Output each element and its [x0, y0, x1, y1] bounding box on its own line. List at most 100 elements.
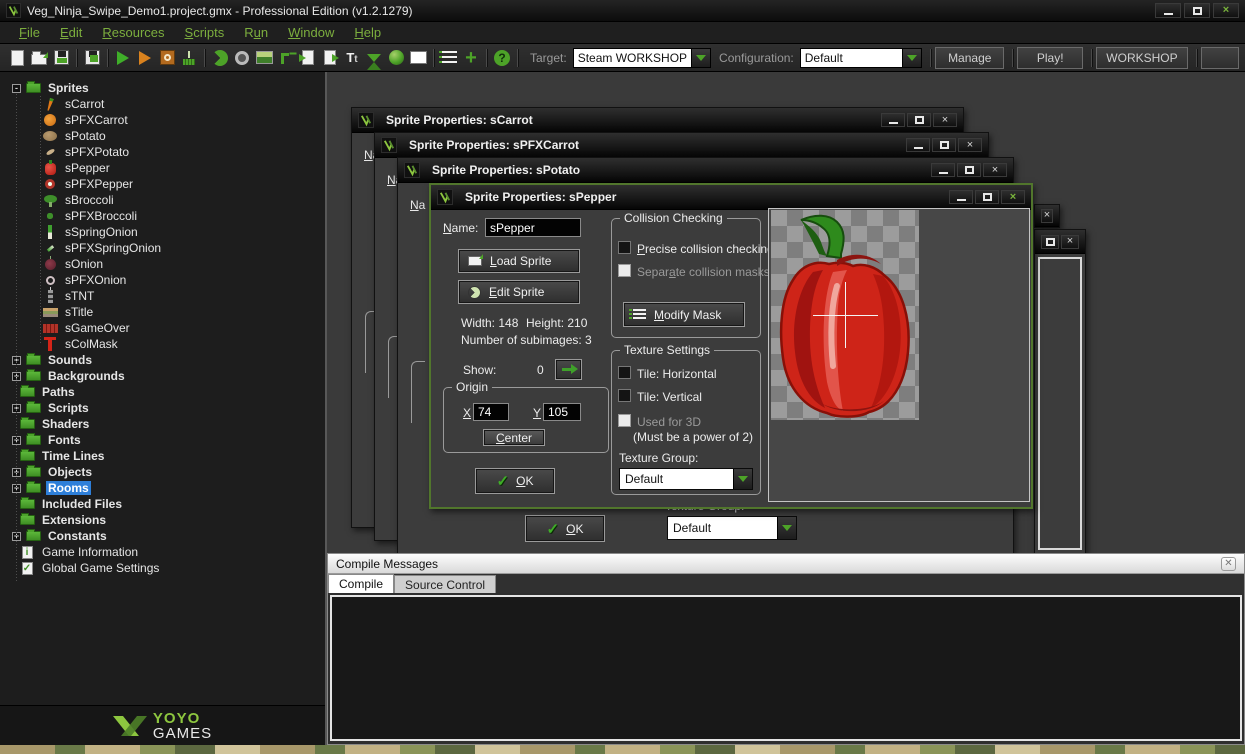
close-button[interactable]: ×	[1213, 3, 1239, 18]
help-icon[interactable]: ?	[491, 47, 513, 69]
tree-item-scarrot[interactable]: sCarrot	[4, 96, 321, 112]
stop-icon[interactable]	[156, 47, 178, 69]
origin-x-input[interactable]	[473, 403, 509, 421]
play-button[interactable]: Play!	[1017, 47, 1083, 69]
menu-run[interactable]: Run	[235, 23, 277, 42]
spfxcarrot-titlebar[interactable]: Sprite Properties: sPFXCarrot ×	[375, 133, 988, 158]
tree-item-spotato[interactable]: sPotato	[4, 128, 321, 144]
dropdown-arrow-icon[interactable]	[733, 469, 752, 489]
tree-item-global-game-settings[interactable]: ✓Global Game Settings	[4, 560, 321, 576]
tree-item-spfxspringonion[interactable]: sPFXSpringOnion	[4, 240, 321, 256]
tab-compile[interactable]: Compile	[328, 574, 394, 593]
tree-item-spfxcarrot[interactable]: sPFXCarrot	[4, 112, 321, 128]
create-timeline-icon[interactable]	[363, 47, 385, 69]
tree-folder-scripts[interactable]: +Scripts	[4, 400, 321, 416]
run-debug-icon[interactable]	[134, 47, 156, 69]
minimize-button[interactable]	[931, 163, 955, 177]
tree-folder-extensions[interactable]: Extensions	[4, 512, 321, 528]
close-button[interactable]: ×	[1001, 190, 1025, 204]
tree-folder-fonts[interactable]: +Fonts	[4, 432, 321, 448]
create-script-icon[interactable]	[297, 47, 319, 69]
clean-cache-icon[interactable]	[178, 47, 200, 69]
add-resource-icon[interactable]: +	[460, 47, 482, 69]
create-object-icon[interactable]	[385, 47, 407, 69]
menu-window[interactable]: Window	[279, 23, 343, 42]
hidden-window-fragment-1[interactable]: ×	[1034, 204, 1060, 228]
run-icon[interactable]	[112, 47, 134, 69]
create-room-icon[interactable]	[407, 47, 429, 69]
tree-folder-included-files[interactable]: Included Files	[4, 496, 321, 512]
tree-item-sbroccoli[interactable]: sBroccoli	[4, 192, 321, 208]
menu-resources[interactable]: Resources	[93, 23, 173, 42]
texture-group-dropdown[interactable]: Default	[619, 468, 753, 490]
create-path-icon[interactable]	[275, 47, 297, 69]
close-button[interactable]: ×	[958, 138, 982, 152]
create-executable-icon[interactable]	[81, 47, 103, 69]
ok-button[interactable]: ✓ OK	[525, 515, 605, 542]
separate-masks-checkbox[interactable]	[618, 264, 631, 277]
tree-item-game-information[interactable]: iGame Information	[4, 544, 321, 560]
save-project-icon[interactable]	[50, 47, 72, 69]
maximize-button[interactable]	[932, 138, 956, 152]
close-button[interactable]: ×	[933, 113, 957, 127]
tile-horizontal-checkbox[interactable]	[618, 366, 631, 379]
maximize-button[interactable]	[907, 113, 931, 127]
minimize-button[interactable]	[1155, 3, 1181, 18]
compile-panel-close-icon[interactable]: ✕	[1221, 557, 1236, 571]
workshop-button[interactable]: WORKSHOP	[1096, 47, 1188, 69]
tree-item-spfxpepper[interactable]: sPFXPepper	[4, 176, 321, 192]
minimize-button[interactable]	[949, 190, 973, 204]
tree-item-stitle[interactable]: sTitle	[4, 304, 321, 320]
edit-sprite-button[interactable]: Edit Sprite	[458, 280, 580, 304]
compile-messages-header[interactable]: Compile Messages ✕	[328, 554, 1244, 574]
maximize-button[interactable]	[1041, 235, 1059, 249]
dropdown-arrow-icon[interactable]	[777, 517, 796, 539]
create-shader-icon[interactable]	[319, 47, 341, 69]
tree-item-stnt[interactable]: sTNT	[4, 288, 321, 304]
configuration-dropdown-arrow-icon[interactable]	[902, 49, 921, 67]
new-project-icon[interactable]	[6, 47, 28, 69]
tree-item-spepper[interactable]: sPepper	[4, 160, 321, 176]
tree-folder-constants[interactable]: +Constants	[4, 528, 321, 544]
partial-button[interactable]	[1201, 47, 1239, 69]
sprite-properties-dialog[interactable]: Sprite Properties: sPepper × Name: Load …	[429, 183, 1033, 509]
create-sprite-icon[interactable]	[209, 47, 231, 69]
tree-folder-paths[interactable]: Paths	[4, 384, 321, 400]
origin-y-input[interactable]	[543, 403, 581, 421]
used-for-3d-checkbox[interactable]	[618, 414, 631, 427]
settings-list-icon[interactable]	[438, 47, 460, 69]
manage-button[interactable]: Manage	[935, 47, 1004, 69]
tab-source-control[interactable]: Source Control	[394, 575, 496, 593]
menu-help[interactable]: Help	[345, 23, 390, 42]
create-font-icon[interactable]: Tt	[341, 47, 363, 69]
tree-item-spfxonion[interactable]: sPFXOnion	[4, 272, 321, 288]
menu-scripts[interactable]: Scripts	[176, 23, 234, 42]
create-background-icon[interactable]	[253, 47, 275, 69]
tree-item-scolmask[interactable]: sColMask	[4, 336, 321, 352]
texture-group-dropdown[interactable]: Default	[667, 516, 797, 540]
close-button[interactable]: ×	[1041, 209, 1053, 223]
tree-folder-shaders[interactable]: Shaders	[4, 416, 321, 432]
close-button[interactable]: ×	[1061, 235, 1079, 249]
maximize-button[interactable]	[957, 163, 981, 177]
target-dropdown-arrow-icon[interactable]	[691, 49, 710, 67]
tile-vertical-checkbox[interactable]	[618, 389, 631, 402]
precise-collision-checkbox[interactable]	[618, 241, 631, 254]
main-titlebar[interactable]: Veg_Ninja_Swipe_Demo1.project.gmx - Prof…	[0, 0, 1245, 22]
tree-folder-backgrounds[interactable]: +Backgrounds	[4, 368, 321, 384]
tree-folder-sprites[interactable]: - Sprites	[4, 80, 321, 96]
center-origin-button[interactable]: Center	[483, 429, 545, 446]
collapse-box-icon[interactable]: -	[12, 84, 21, 93]
configuration-dropdown[interactable]: Default	[800, 48, 922, 68]
tree-item-sspringonion[interactable]: sSpringOnion	[4, 224, 321, 240]
minimize-button[interactable]	[906, 138, 930, 152]
tree-folder-rooms[interactable]: +Rooms	[4, 480, 321, 496]
tree-item-spfxpotato[interactable]: sPFXPotato	[4, 144, 321, 160]
spepper-titlebar[interactable]: Sprite Properties: sPepper ×	[431, 185, 1031, 210]
create-sound-icon[interactable]	[231, 47, 253, 69]
tree-folder-timelines[interactable]: Time Lines	[4, 448, 321, 464]
menu-file[interactable]: File	[10, 23, 49, 42]
scarrot-titlebar[interactable]: Sprite Properties: sCarrot ×	[352, 108, 963, 133]
load-sprite-button[interactable]: Load Sprite	[458, 249, 580, 273]
menu-edit[interactable]: Edit	[51, 23, 91, 42]
